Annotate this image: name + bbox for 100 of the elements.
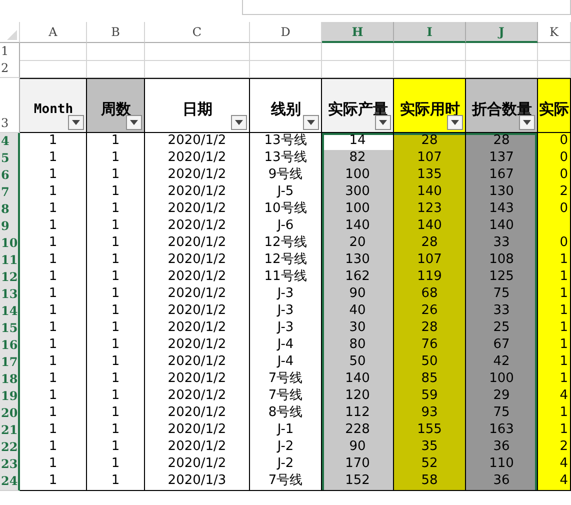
table-cell: 59 — [394, 388, 466, 406]
table-cell: 0 — [538, 133, 571, 151]
column-header[interactable]: B — [87, 22, 145, 43]
table-cell: 80 — [322, 337, 394, 355]
column-header[interactable]: K — [538, 22, 571, 43]
column-header[interactable]: D — [250, 22, 322, 43]
table-cell: 1 — [87, 269, 145, 287]
table-cell: 29 — [466, 388, 538, 406]
row-number[interactable]: 2 — [0, 60, 20, 78]
filter-button[interactable] — [68, 115, 84, 130]
table-cell: 0 — [538, 235, 571, 253]
row-number[interactable]: 15 — [0, 320, 20, 338]
column-header[interactable]: H — [322, 22, 394, 43]
table-cell: 12号线 — [250, 252, 322, 270]
table-cell: 36 — [466, 473, 538, 491]
table-cell: 2020/1/2 — [145, 439, 250, 457]
dropdown-arrow-icon — [235, 120, 243, 125]
row-number[interactable]: 19 — [0, 388, 20, 406]
table-cell: 2020/1/2 — [145, 235, 250, 253]
table-cell: 1 — [20, 371, 87, 389]
grid-cell — [250, 43, 322, 61]
table-cell: J-3 — [250, 320, 322, 338]
table-cell: J-1 — [250, 422, 322, 440]
column-title: 实际产量 — [328, 100, 388, 119]
table-cell: 140 — [394, 218, 466, 236]
table-cell: 2 — [538, 184, 571, 202]
row-number[interactable]: 18 — [0, 371, 20, 389]
dropdown-arrow-icon — [307, 120, 315, 125]
filter-button[interactable] — [303, 115, 319, 130]
row-number[interactable]: 20 — [0, 405, 20, 423]
filter-button[interactable] — [519, 115, 535, 130]
row-number[interactable]: 23 — [0, 456, 20, 474]
table-cell: 7号线 — [250, 473, 322, 491]
column-title: 日期 — [182, 100, 212, 119]
row-number[interactable]: 13 — [0, 286, 20, 304]
row-number[interactable]: 14 — [0, 303, 20, 321]
row-number[interactable]: 16 — [0, 337, 20, 355]
row-number[interactable]: 24 — [0, 473, 20, 491]
row-number[interactable]: 22 — [0, 439, 20, 457]
table-cell: 1 — [20, 388, 87, 406]
grid-cell — [87, 43, 145, 61]
table-cell: 85 — [394, 371, 466, 389]
column-header[interactable]: C — [145, 22, 250, 43]
filter-button[interactable] — [231, 115, 247, 130]
row-number[interactable]: 3 — [0, 78, 20, 133]
row-number[interactable]: 6 — [0, 167, 20, 185]
column-header[interactable]: I — [394, 22, 466, 43]
table-cell: 1 — [87, 201, 145, 219]
table-cell: 1 — [87, 337, 145, 355]
table-cell: J-2 — [250, 439, 322, 457]
row-number[interactable]: 4 — [0, 133, 20, 151]
table-cell: 2020/1/2 — [145, 218, 250, 236]
row-number[interactable]: 1 — [0, 43, 20, 61]
column-title: 折合数量 — [472, 100, 532, 119]
table-cell: 1 — [20, 252, 87, 270]
column-header[interactable]: A — [20, 22, 87, 43]
table-cell: 76 — [394, 337, 466, 355]
column-title: 周数 — [101, 100, 131, 119]
filter-button[interactable] — [375, 115, 391, 130]
column-header[interactable]: J — [466, 22, 538, 43]
table-cell: 33 — [466, 303, 538, 321]
table-cell: 1 — [20, 303, 87, 321]
column-title: 线别 — [271, 100, 301, 119]
table-cell: 1 — [87, 235, 145, 253]
table-cell: 112 — [322, 405, 394, 423]
table-cell: 155 — [394, 422, 466, 440]
row-number[interactable]: 7 — [0, 184, 20, 202]
column-title: Month — [34, 102, 74, 117]
table-cell: 90 — [322, 439, 394, 457]
row-number[interactable]: 17 — [0, 354, 20, 372]
table-cell: 130 — [322, 252, 394, 270]
row-number[interactable]: 5 — [0, 150, 20, 168]
table-cell: 100 — [466, 371, 538, 389]
table-cell: 30 — [322, 320, 394, 338]
filter-button[interactable] — [447, 115, 463, 130]
row-number[interactable]: 11 — [0, 252, 20, 270]
table-cell: 135 — [394, 167, 466, 185]
row-number[interactable]: 10 — [0, 235, 20, 253]
dropdown-arrow-icon — [523, 120, 531, 125]
table-cell: 28 — [394, 320, 466, 338]
table-cell: 108 — [466, 252, 538, 270]
grid-cell — [538, 43, 571, 61]
table-cell: 120 — [322, 388, 394, 406]
dropdown-arrow-icon — [451, 120, 459, 125]
table-cell: 1 — [20, 320, 87, 338]
table-cell: 2020/1/2 — [145, 456, 250, 474]
row-number[interactable]: 21 — [0, 422, 20, 440]
dropdown-arrow-icon — [379, 120, 387, 125]
table-cell: 4 — [538, 388, 571, 406]
table-cell: J-2 — [250, 456, 322, 474]
filter-button[interactable] — [126, 115, 142, 130]
row-number[interactable]: 8 — [0, 201, 20, 219]
table-cell: 58 — [394, 473, 466, 491]
table-cell: 1 — [20, 422, 87, 440]
table-cell: 75 — [466, 405, 538, 423]
table-cell: 140 — [322, 371, 394, 389]
table-cell: 2020/1/2 — [145, 422, 250, 440]
row-number[interactable]: 12 — [0, 269, 20, 287]
row-number[interactable]: 9 — [0, 218, 20, 236]
table-cell: 1 — [538, 303, 571, 321]
